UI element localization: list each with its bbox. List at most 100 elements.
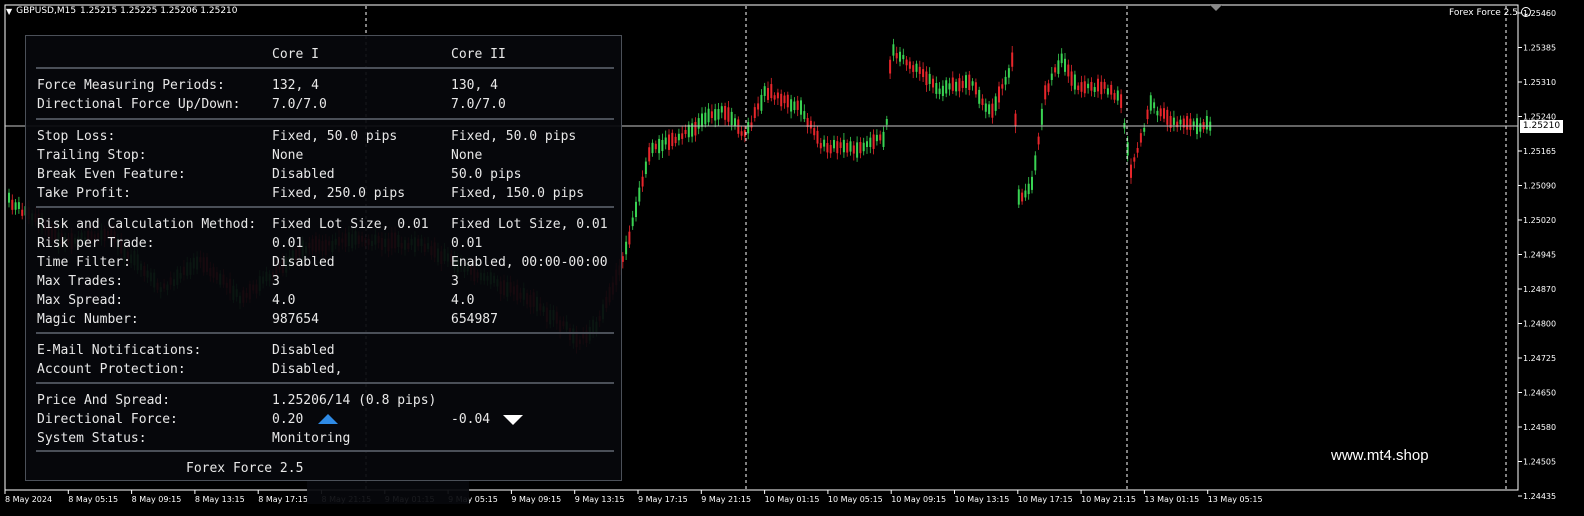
candle-body	[697, 118, 700, 129]
candle-body	[714, 109, 717, 121]
core-2-trailing-stop: None	[451, 148, 483, 163]
candle-body	[1097, 78, 1099, 92]
price-label: 1.24505	[1523, 458, 1556, 467]
candle-body	[687, 124, 690, 138]
core-2-break-even-feature: 50.0 pips	[451, 167, 522, 182]
candle-body	[767, 87, 769, 100]
candle-body	[770, 84, 773, 99]
candle-body	[704, 112, 707, 125]
expert-advisor-name: Forex Force 2.5	[1449, 8, 1518, 18]
label-force-measuring-periods: Force Measuring Periods:	[37, 78, 225, 93]
candle-body	[994, 96, 997, 111]
candle-body	[955, 81, 958, 92]
candle-body	[737, 119, 740, 134]
candle-body	[1077, 85, 1080, 91]
candle-body	[1116, 90, 1119, 101]
candle-body	[862, 142, 865, 152]
candle-body	[631, 217, 634, 227]
candle-body	[1166, 109, 1169, 125]
candle-body	[1004, 76, 1007, 85]
time-label: 9 May 21:15	[701, 495, 751, 504]
candle-body	[849, 141, 852, 152]
candle-body	[1093, 87, 1096, 92]
arrow-up-icon	[318, 414, 338, 424]
price-label: 1.24435	[1523, 492, 1556, 501]
candle-body	[935, 83, 938, 94]
candle-body	[902, 54, 905, 60]
candle-body	[918, 66, 921, 74]
candle-body	[661, 139, 664, 152]
core-2-max-spread: 4.0	[451, 293, 475, 308]
candle-body	[941, 85, 944, 97]
symbol-label: GBPUSD,M15	[16, 6, 77, 16]
time-label: 9 May 09:15	[511, 495, 561, 504]
candle-body	[720, 106, 723, 113]
candle-body	[892, 44, 895, 56]
candle-body	[945, 80, 948, 94]
time-label: 10 May 13:15	[955, 495, 1010, 504]
candle-body	[932, 78, 934, 88]
candle-body	[961, 80, 964, 88]
candle-body	[707, 108, 710, 123]
core-2-take-profit: Fixed, 150.0 pips	[451, 186, 585, 201]
core-1-time-filter: Disabled	[272, 255, 335, 270]
candle-body	[981, 98, 984, 106]
candle-body	[1100, 81, 1103, 95]
candle-body	[988, 104, 991, 115]
candle-body	[1031, 176, 1033, 190]
core-2-directional-force: -0.04	[451, 412, 491, 427]
candle-body	[644, 161, 647, 175]
label-trailing-stop: Trailing Stop:	[37, 148, 147, 163]
candle-body	[803, 111, 806, 120]
candle-body	[1153, 102, 1156, 109]
candle-body	[757, 103, 760, 110]
candle-body	[776, 92, 779, 99]
candle-body	[1163, 108, 1165, 119]
candle-body	[819, 142, 822, 149]
label-email-notifications: E-Mail Notifications:	[37, 343, 202, 358]
price-label: 1.24725	[1523, 354, 1556, 363]
candle-body	[1047, 83, 1050, 92]
candle-body	[1040, 108, 1043, 125]
candle-body	[691, 123, 694, 137]
core-1-max-spread: 4.0	[272, 293, 296, 308]
candle-body	[971, 81, 974, 86]
core-1-take-profit: Fixed, 250.0 pips	[272, 186, 406, 201]
candle-body	[1044, 85, 1047, 100]
core-2-magic-number: 654987	[451, 312, 498, 327]
time-label: 10 May 05:15	[828, 495, 883, 504]
candle-body	[1139, 133, 1142, 143]
candle-body	[938, 88, 941, 95]
label-magic-number: Magic Number:	[37, 312, 139, 327]
candle-body	[21, 209, 24, 216]
candle-body	[677, 133, 680, 141]
label-max-trades: Max Trades:	[37, 274, 124, 289]
candle-body	[922, 69, 925, 78]
price-label: 1.24580	[1523, 423, 1556, 432]
candle-body	[11, 199, 14, 210]
candle-body	[1103, 82, 1106, 89]
time-label: 10 May 17:15	[1018, 495, 1073, 504]
core-1-max-trades: 3	[272, 274, 280, 289]
candle-body	[796, 100, 799, 110]
candle-body	[1113, 93, 1116, 100]
candle-body	[842, 139, 845, 153]
candle-body	[978, 89, 981, 104]
core-1-force-measuring-periods: 132, 4	[272, 78, 319, 93]
candle-body	[753, 107, 756, 118]
candle-body	[658, 138, 661, 154]
core-1-stop-loss: Fixed, 50.0 pips	[272, 129, 398, 144]
candle-body	[1007, 68, 1010, 78]
chevron-down-icon[interactable]: ▼	[6, 7, 12, 16]
price-and-spread-value: 1.25206/14 (0.8 pips)	[272, 393, 437, 408]
time-label: 8 May 2024	[5, 495, 52, 504]
candle-body	[895, 53, 898, 59]
candle-body	[786, 94, 789, 108]
smiley-face-icon[interactable]	[1521, 7, 1531, 17]
candle-body	[813, 128, 816, 136]
chart-shift-marker[interactable]	[1210, 5, 1222, 11]
candle-body	[1080, 82, 1083, 92]
candle-body	[727, 107, 730, 122]
candle-body	[671, 132, 674, 147]
candle-body	[1159, 108, 1162, 117]
